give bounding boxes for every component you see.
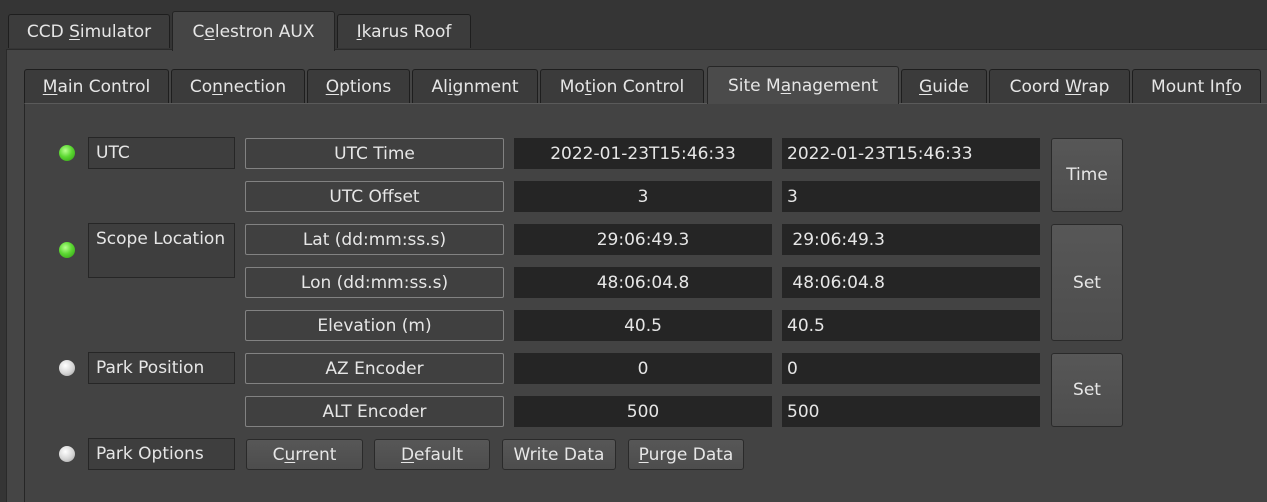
- tab-main-control[interactable]: Main Control: [24, 69, 169, 103]
- tab-label: Main Control: [42, 76, 151, 97]
- park-position-status-led: [59, 360, 75, 376]
- set-time-button[interactable]: Time: [1051, 138, 1123, 212]
- group-label-park-options: Park Options: [88, 438, 235, 470]
- button-label: Write Data: [513, 444, 605, 465]
- tab-site-management[interactable]: Site Management: [707, 66, 899, 104]
- az-encoder-input[interactable]: 0: [782, 353, 1040, 384]
- tab-ikarus-roof[interactable]: Ikarus Roof: [337, 14, 471, 48]
- utc-offset-label: UTC Offset: [245, 181, 504, 212]
- button-label: Default: [400, 444, 464, 465]
- park-options-status-led: [59, 446, 75, 462]
- az-encoder-value: 0: [514, 353, 772, 384]
- longitude-label: Lon (dd:mm:ss.s): [245, 267, 504, 298]
- park-current-button[interactable]: Current: [246, 439, 363, 470]
- tab-celestron-aux[interactable]: Celestron AUX: [172, 11, 335, 51]
- utc-time-value: 2022-01-23T15:46:33: [514, 138, 772, 169]
- tab-label: Coord Wrap: [1009, 76, 1110, 97]
- tab-motion-control[interactable]: Motion Control: [540, 69, 704, 103]
- utc-status-led: [59, 145, 75, 161]
- longitude-value: 48:06:04.8: [514, 267, 772, 298]
- utc-time-input[interactable]: 2022-01-23T15:46:33: [782, 138, 1040, 169]
- utc-offset-value: 3: [514, 181, 772, 212]
- az-encoder-label: AZ Encoder: [245, 353, 504, 384]
- tab-label: Guide: [919, 76, 969, 97]
- button-label: Current: [272, 444, 337, 465]
- alt-encoder-input[interactable]: 500: [782, 396, 1040, 427]
- latitude-value: 29:06:49.3: [514, 224, 772, 255]
- tab-label: Motion Control: [559, 76, 685, 97]
- elevation-value: 40.5: [514, 310, 772, 341]
- purge-data-button[interactable]: Purge Data: [628, 439, 744, 470]
- elevation-input[interactable]: 40.5: [782, 310, 1040, 341]
- latitude-label: Lat (dd:mm:ss.s): [245, 224, 504, 255]
- tab-label: Options: [325, 76, 392, 97]
- tab-ccd-simulator[interactable]: CCD Simulator: [8, 14, 170, 48]
- tab-label: Mount Info: [1151, 76, 1242, 97]
- longitude-input[interactable]: 48:06:04.8: [782, 267, 1040, 298]
- tab-label: Site Management: [727, 75, 879, 96]
- tab-label: Ikarus Roof: [356, 21, 452, 42]
- tab-options[interactable]: Options: [307, 69, 410, 103]
- tab-label: Celestron AUX: [192, 21, 315, 42]
- tab-alignment[interactable]: Alignment: [412, 69, 538, 103]
- latitude-input[interactable]: 29:06:49.3: [782, 224, 1040, 255]
- group-label-utc: UTC: [88, 137, 235, 169]
- park-default-button[interactable]: Default: [374, 439, 490, 470]
- scope-location-status-led: [59, 242, 75, 258]
- tab-label: Alignment: [431, 76, 519, 97]
- alt-encoder-value: 500: [514, 396, 772, 427]
- tab-coord-wrap[interactable]: Coord Wrap: [989, 69, 1130, 103]
- group-label-park-position: Park Position: [88, 352, 235, 384]
- tab-guide[interactable]: Guide: [901, 69, 987, 103]
- utc-offset-input[interactable]: 3: [782, 181, 1040, 212]
- tab-connection[interactable]: Connection: [171, 69, 305, 103]
- elevation-label: Elevation (m): [245, 310, 504, 341]
- tab-label: Connection: [189, 76, 287, 97]
- alt-encoder-label: ALT Encoder: [245, 396, 504, 427]
- tab-mount-info[interactable]: Mount Info: [1132, 69, 1261, 103]
- button-label: Purge Data: [638, 444, 734, 465]
- set-park-position-button[interactable]: Set: [1051, 353, 1123, 427]
- set-location-button[interactable]: Set: [1051, 224, 1123, 341]
- write-data-button[interactable]: Write Data: [502, 439, 616, 470]
- utc-time-label: UTC Time: [245, 138, 504, 169]
- group-label-scope-location: Scope Location: [88, 223, 235, 278]
- tab-label: CCD Simulator: [26, 21, 152, 42]
